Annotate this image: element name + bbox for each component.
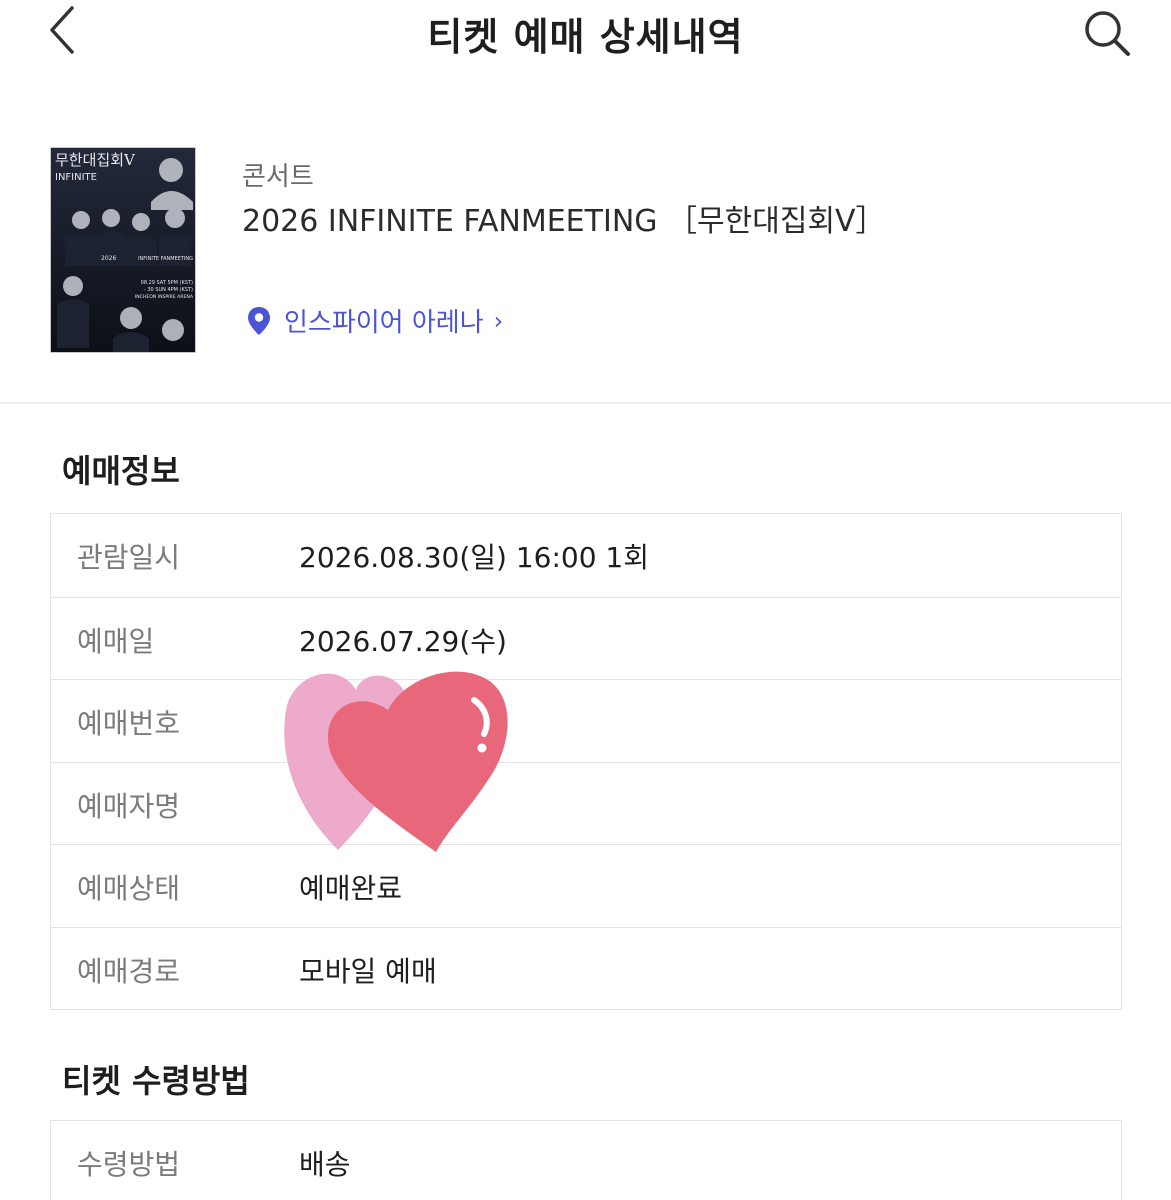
event-title: 2026 INFINITE FANMEETING ［무한대집회V］ (242, 204, 886, 239)
venue-link[interactable]: 인스파이어 아레나 › (246, 302, 503, 339)
poster-subtitle: INFINITE FANMEETING (138, 256, 193, 262)
info-value: 2026.07.29(수) (299, 624, 507, 658)
ticket-receipt-title: 티켓 수령방법 (62, 1062, 250, 1100)
section-divider (0, 402, 1171, 404)
info-value: 모바일 예매 (299, 954, 437, 988)
poster-image: 무한대집회V INFINITE 2026 INFINITE FANMEETING… (51, 148, 195, 352)
info-label: 예매일 (77, 624, 155, 658)
info-value: 2026.08.30(일) 16:00 1회 (299, 541, 649, 574)
info-label: 예매상태 (77, 872, 181, 905)
booking-info-table: 관람일시 2026.08.30(일) 16:00 1회 예매일 2026.07.… (50, 513, 1122, 1010)
info-value: 예매완료 (299, 872, 403, 905)
booking-info-row: 예매상태 예매완료 (51, 844, 1121, 927)
heart-sticker-icon (284, 671, 508, 852)
event-category: 콘서트 (242, 162, 314, 192)
info-value: 배송 (299, 1148, 351, 1181)
location-pin-icon (248, 306, 270, 335)
poster-venue: INCHEON INSPIRE ARENA (135, 294, 194, 300)
booking-info-title: 예매정보 (62, 452, 180, 490)
booking-info-row: 관람일시 2026.08.30(일) 16:00 1회 (51, 514, 1121, 597)
page-title: 티켓 예매 상세내역 (427, 15, 744, 59)
event-summary: 무한대집회V INFINITE 2026 INFINITE FANMEETING… (0, 140, 1171, 402)
info-label: 관람일시 (77, 541, 181, 574)
venue-name: 인스파이어 아레나 (284, 308, 484, 338)
poster-title: 무한대집회V (55, 151, 136, 169)
info-label: 예매자명 (77, 789, 181, 823)
search-icon (1085, 11, 1130, 56)
top-bar: 티켓 예매 상세내역 (0, 0, 1171, 64)
info-label: 예매번호 (77, 707, 181, 740)
receipt-info-table: 수령방법 배송 (50, 1120, 1122, 1200)
poster-year: 2026 (101, 255, 116, 262)
search-button[interactable] (1080, 6, 1134, 60)
booking-info-row: 예매번호 (51, 679, 1121, 762)
receipt-info-row: 수령방법 배송 (51, 1121, 1121, 1200)
info-label: 수령방법 (77, 1148, 181, 1181)
booking-info-row: 예매자명 (51, 761, 1121, 845)
booking-info-row: 예매일 2026.07.29(수) (51, 596, 1121, 680)
poster-date-2: - 30 SUN 4PM (KST) (144, 287, 193, 293)
event-poster[interactable]: 무한대집회V INFINITE 2026 INFINITE FANMEETING… (50, 147, 196, 353)
info-label: 예매경로 (77, 954, 181, 988)
poster-date-1: 08.29 SAT 5PM (KST) (141, 280, 193, 286)
chevron-right-icon: › (493, 306, 504, 335)
poster-logo: INFINITE (55, 172, 97, 183)
booking-info-row: 예매경로 모바일 예매 (51, 926, 1121, 1010)
